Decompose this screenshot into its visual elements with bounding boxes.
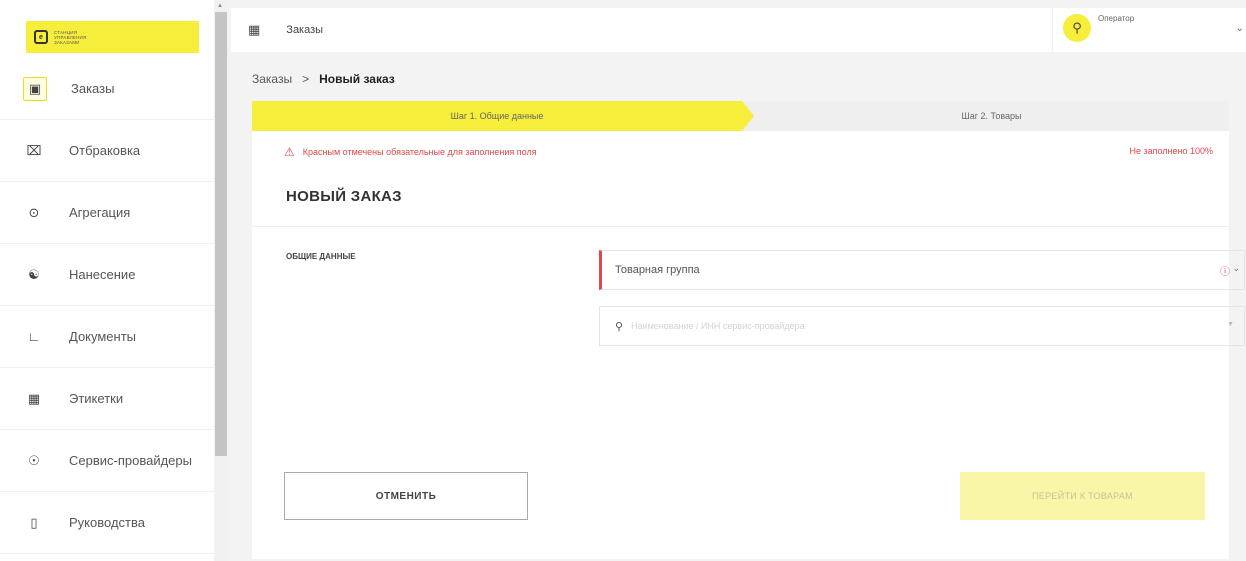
labels-icon: ▦: [27, 390, 41, 406]
sidebar-item-label: Документы: [69, 329, 137, 344]
breadcrumb-separator-icon: >: [302, 72, 310, 86]
sidebar-item-label: Отбраковка: [69, 143, 141, 158]
sidebar-item-service-providers[interactable]: ☉ Сервис-провайдеры: [0, 430, 214, 492]
sidebar-nav: ▣ Заказы ⌧ Отбраковка ⊙ Агрегация ☯ Нане…: [0, 58, 214, 554]
manuals-icon: ▯: [30, 514, 38, 530]
required-warning: ⚠ Красным отмечены обязательные для запо…: [284, 145, 537, 159]
chevron-down-icon[interactable]: ⌄: [1232, 263, 1240, 274]
service-provider-search[interactable]: ⚲ ▼: [599, 306, 1245, 346]
logo-mark-icon: e: [34, 30, 48, 44]
breadcrumb-current: Новый заказ: [319, 72, 395, 86]
step-1[interactable]: Шаг 1. Общие данные: [252, 101, 742, 131]
user-name: Оператор: [1098, 14, 1135, 23]
sidebar-item-reject[interactable]: ⌧ Отбраковка: [0, 120, 214, 182]
user-menu[interactable]: ⚲ Оператор ⌄: [1052, 8, 1246, 52]
product-group-select[interactable]: Товарная группа ⓘ ⌄: [599, 250, 1245, 290]
cancel-button[interactable]: ОТМЕНИТЬ: [284, 472, 528, 520]
sidebar-item-label: Руководства: [69, 515, 145, 530]
order-box-icon: ▣: [23, 76, 47, 101]
chevron-down-icon[interactable]: ⌄: [1236, 23, 1244, 34]
sidebar-item-manuals[interactable]: ▯ Руководства: [0, 492, 214, 554]
apps-grid-icon[interactable]: ▦: [248, 22, 260, 38]
sidebar-item-label: Сервис-провайдеры: [69, 453, 192, 468]
error-circle-icon: ⓘ: [1220, 267, 1230, 278]
sidebar-item-label: Этикетки: [69, 391, 124, 406]
divider: [252, 226, 1229, 227]
warning-triangle-icon: ⚠: [284, 145, 295, 159]
section-label: ОБЩИЕ ДАННЫЕ: [286, 252, 356, 261]
fill-status: Не заполнено 100%: [1129, 146, 1213, 156]
user-icon: ⚲: [1072, 20, 1082, 35]
search-input[interactable]: [631, 321, 1192, 331]
step-arrow-icon: [742, 101, 754, 131]
scroll-up-icon[interactable]: ▲: [217, 3, 223, 9]
stepper: Шаг 1. Общие данные Шаг 2. Товары: [252, 101, 1229, 131]
order-form-card: Шаг 1. Общие данные Шаг 2. Товары ⚠ Крас…: [252, 101, 1245, 559]
sidebar-item-application[interactable]: ☯ Нанесение: [0, 244, 214, 306]
product-group-label: Товарная группа: [615, 264, 700, 276]
go-to-products-button[interactable]: ПЕРЕЙТИ К ТОВАРАМ: [960, 472, 1205, 520]
application-icon: ☯: [28, 266, 40, 282]
step-2[interactable]: Шаг 2. Товары: [754, 101, 1229, 131]
page-title: Заказы: [286, 24, 324, 36]
topbar: ▦ Заказы ⚲ Оператор ⌄: [231, 8, 1246, 52]
scrollbar-thumb[interactable]: [215, 12, 227, 456]
sidebar-item-label: Нанесение: [69, 267, 136, 282]
warning-text: Красным отмечены обязательные для заполн…: [302, 147, 537, 157]
sidebar-item-labels[interactable]: ▦ Этикетки: [0, 368, 214, 430]
reject-icon: ⌧: [26, 142, 42, 158]
sidebar-item-label: Заказы: [71, 81, 115, 96]
documents-icon: ∟: [27, 329, 41, 344]
breadcrumb-parent[interactable]: Заказы: [252, 72, 292, 86]
sidebar-item-documents[interactable]: ∟ Документы: [0, 306, 214, 368]
aggregation-icon: ⊙: [28, 204, 40, 220]
caret-down-icon[interactable]: ▼: [1227, 321, 1234, 328]
form-title: НОВЫЙ ЗАКАЗ: [286, 188, 402, 205]
avatar[interactable]: ⚲: [1063, 14, 1091, 42]
sidebar-item-aggregation[interactable]: ⊙ Агрегация: [0, 182, 214, 244]
sidebar-item-label: Агрегация: [69, 205, 131, 220]
breadcrumb: Заказы > Новый заказ: [252, 72, 395, 86]
search-icon: ⚲: [615, 320, 624, 333]
sidebar-item-orders[interactable]: ▣ Заказы: [0, 58, 214, 120]
sidebar: e Станция управления заказами ▣ Заказы ⌧…: [0, 0, 214, 561]
logo-text: Станция управления заказами: [54, 29, 87, 45]
service-provider-icon: ☉: [28, 452, 40, 468]
logo[interactable]: e Станция управления заказами: [26, 21, 199, 53]
